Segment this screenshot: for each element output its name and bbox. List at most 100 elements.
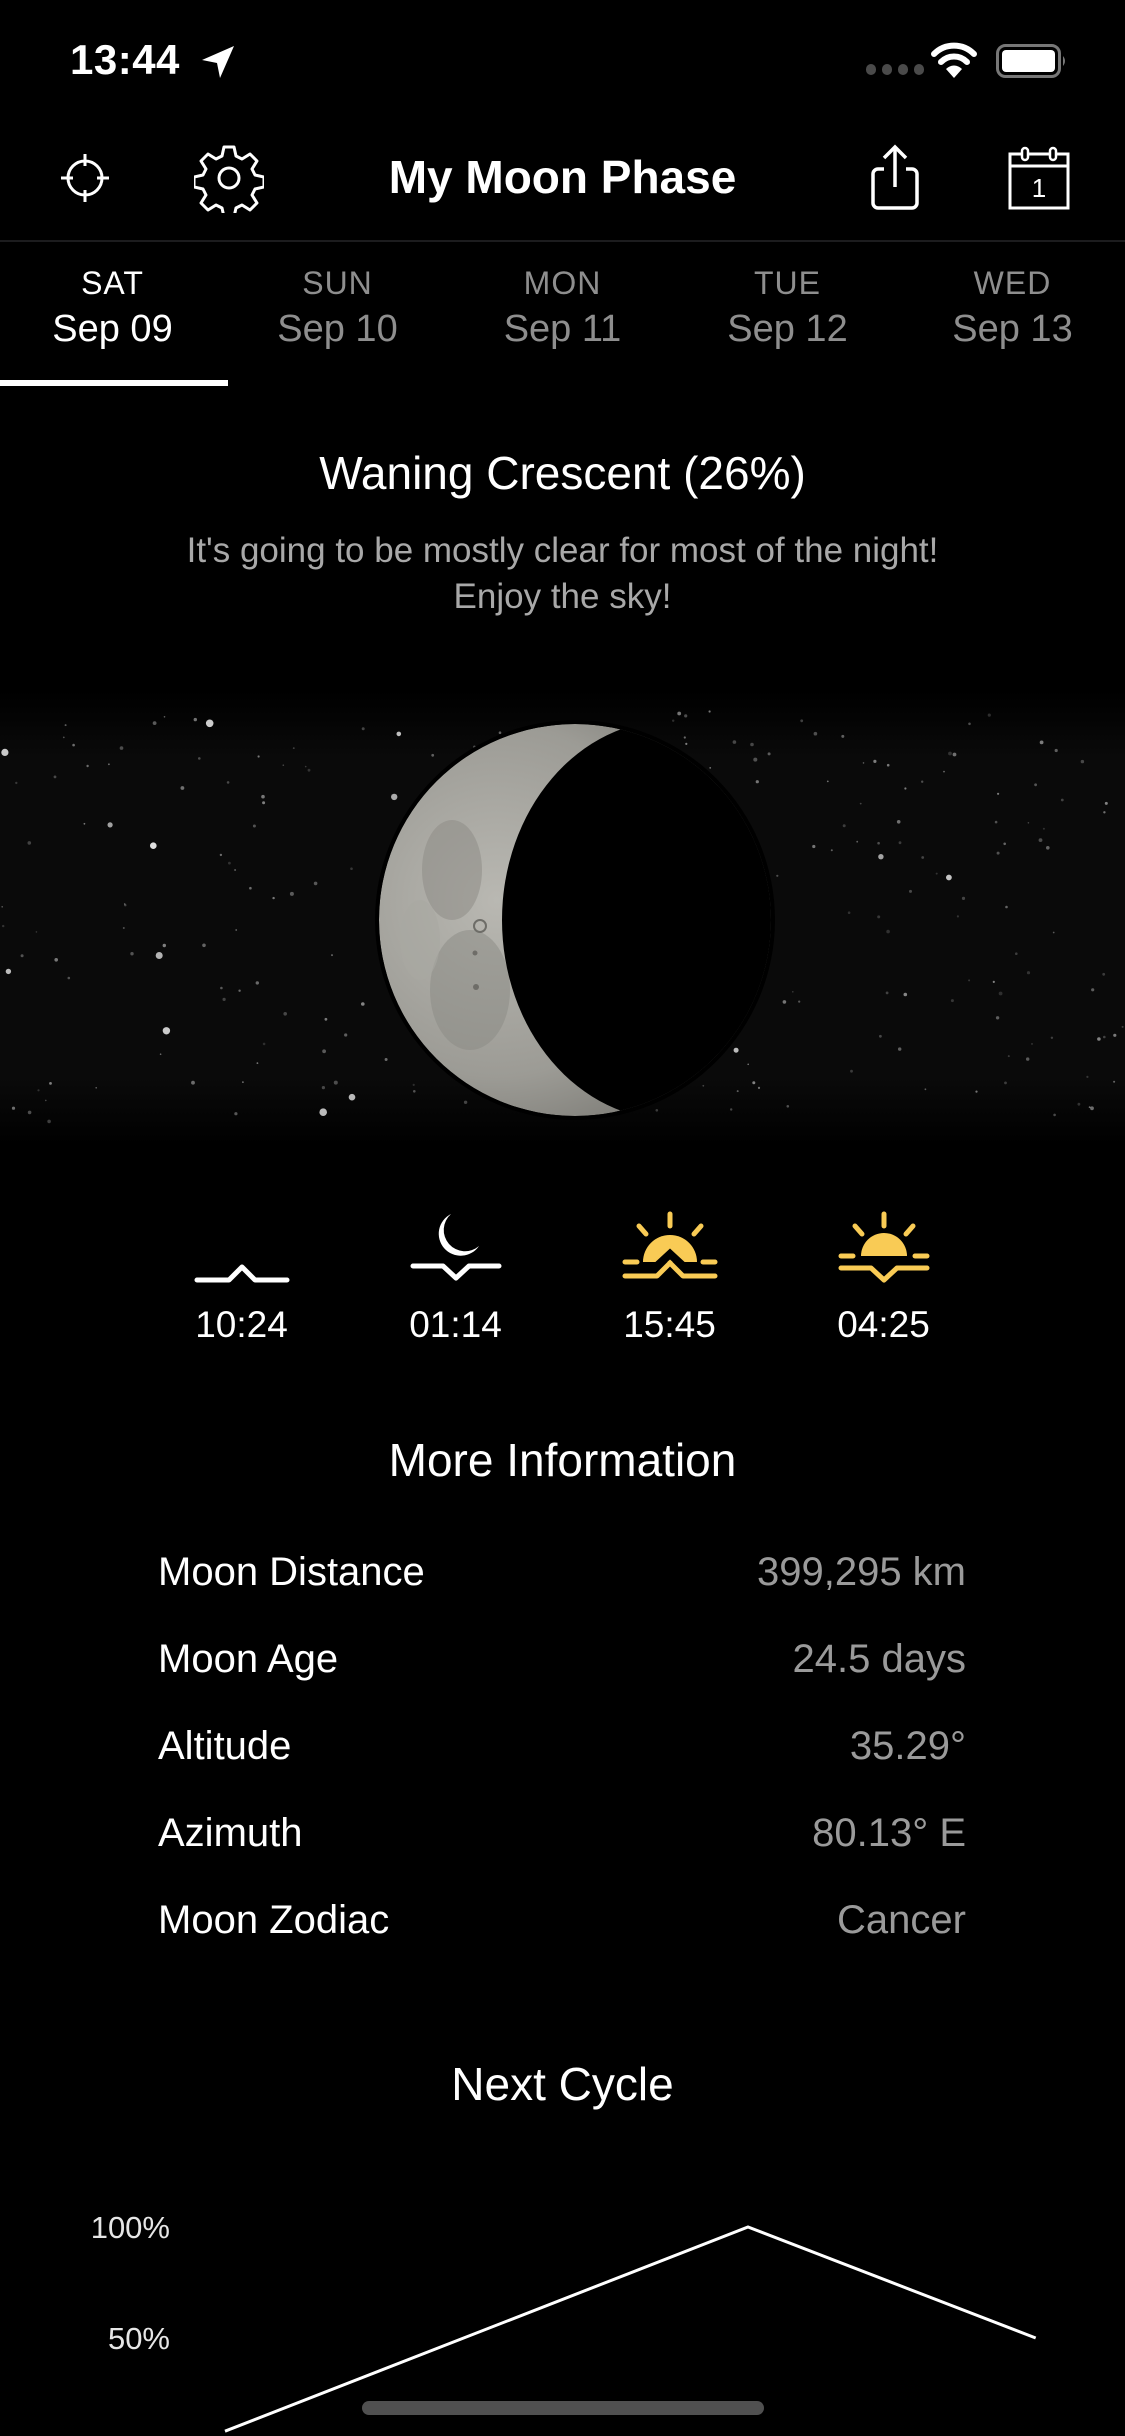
- star: [163, 716, 166, 718]
- moon-starfield: [0, 690, 1125, 1145]
- star: [997, 792, 1000, 795]
- star: [249, 886, 252, 890]
- star: [1027, 822, 1030, 824]
- tab-date: Sep 10: [277, 308, 398, 350]
- star: [1077, 1102, 1081, 1106]
- calendar-button[interactable]: 1: [999, 138, 1079, 218]
- tab-date: Sep 12: [727, 308, 848, 350]
- star: [122, 927, 125, 929]
- moonset-time: 01:14: [409, 1304, 502, 1345]
- star: [333, 1080, 338, 1085]
- star: [396, 731, 402, 737]
- star: [1026, 971, 1031, 975]
- star: [350, 867, 353, 870]
- star: [813, 731, 818, 736]
- next-cycle-chart: 100% 50%: [91, 2210, 1037, 2433]
- tab-date: Sep 09: [52, 308, 173, 350]
- star: [873, 759, 877, 763]
- star: [1080, 759, 1085, 764]
- tab-dow: SUN: [302, 265, 373, 301]
- star: [283, 1012, 288, 1016]
- star: [878, 854, 884, 860]
- star: [202, 943, 206, 948]
- star: [896, 820, 901, 824]
- star: [72, 743, 75, 747]
- status-time: 13:44: [70, 36, 180, 83]
- tab-mon-sep-11[interactable]: MON Sep 11: [450, 255, 675, 385]
- sunrise-time: 15:45: [623, 1304, 716, 1345]
- star: [1038, 838, 1043, 842]
- star: [242, 1081, 244, 1083]
- star: [672, 719, 675, 722]
- star: [35, 931, 38, 933]
- phase-description: It's going to be mostly clear for most o…: [186, 531, 939, 616]
- info-row-azimuth: Azimuth 80.13° E: [158, 1811, 966, 1898]
- star: [159, 1053, 162, 1055]
- star: [921, 856, 925, 859]
- star: [877, 915, 881, 919]
- star: [344, 1033, 348, 1037]
- share-button[interactable]: [855, 138, 935, 218]
- star: [292, 747, 295, 749]
- home-indicator[interactable]: [362, 2401, 764, 2415]
- star: [95, 1087, 97, 1089]
- info-label: Moon Zodiac: [158, 1898, 390, 1942]
- star: [123, 903, 126, 905]
- star: [463, 1100, 468, 1104]
- star: [1004, 1081, 1007, 1085]
- sunrise-event: 15:45: [563, 1210, 777, 1346]
- star: [747, 1063, 749, 1066]
- info-value: 24.5 days: [792, 1637, 966, 1681]
- star: [2, 924, 5, 928]
- star: [234, 1112, 238, 1116]
- star: [1121, 1025, 1124, 1028]
- more-info-list: Moon Distance 399,295 km Moon Age 24.5 d…: [158, 1550, 966, 1985]
- star: [904, 787, 907, 790]
- tab-dow: WED: [973, 265, 1052, 301]
- star: [924, 1088, 927, 1091]
- sunrise-icon: [622, 1211, 717, 1279]
- star: [15, 781, 18, 785]
- y-tick-label: 100%: [91, 2210, 170, 2245]
- star: [262, 801, 266, 805]
- star: [862, 762, 865, 764]
- star: [289, 891, 294, 896]
- star: [655, 1109, 659, 1112]
- star: [252, 824, 256, 828]
- cellular-signal-icon: [866, 64, 924, 75]
- next-cycle-title: Next Cycle: [451, 2058, 674, 2110]
- info-value: 399,295 km: [756, 1550, 966, 1594]
- star: [1, 906, 3, 908]
- tab-wed-sep-13[interactable]: WED Sep 13: [900, 255, 1125, 385]
- star: [677, 711, 682, 716]
- star: [1042, 827, 1045, 830]
- star: [86, 764, 89, 768]
- star: [331, 954, 333, 957]
- star: [108, 763, 110, 766]
- star: [753, 757, 758, 762]
- star: [752, 1081, 756, 1085]
- tab-sun-sep-10[interactable]: SUN Sep 10: [225, 255, 450, 385]
- tab-tue-sep-12[interactable]: TUE Sep 12: [675, 255, 900, 385]
- star: [49, 1082, 52, 1085]
- star: [498, 731, 502, 734]
- star: [64, 724, 67, 727]
- star: [1091, 988, 1095, 992]
- star: [1039, 740, 1044, 745]
- star: [313, 881, 318, 886]
- tab-sat-sep-09[interactable]: SAT Sep 09: [0, 255, 225, 385]
- star: [757, 1086, 761, 1089]
- star: [1, 748, 9, 756]
- more-info-title: More Information: [388, 1434, 737, 1486]
- star: [776, 874, 779, 877]
- star: [348, 1093, 356, 1101]
- star: [1015, 952, 1018, 955]
- star: [324, 1017, 328, 1021]
- star: [996, 851, 1000, 855]
- day-tabs: SAT Sep 09 SUN Sep 10 MON Sep 11 TUE Sep…: [0, 255, 1125, 385]
- star: [1052, 931, 1055, 934]
- star: [842, 824, 846, 828]
- star: [879, 1034, 882, 1038]
- y-tick-label: 50%: [108, 2321, 170, 2356]
- star: [800, 719, 804, 723]
